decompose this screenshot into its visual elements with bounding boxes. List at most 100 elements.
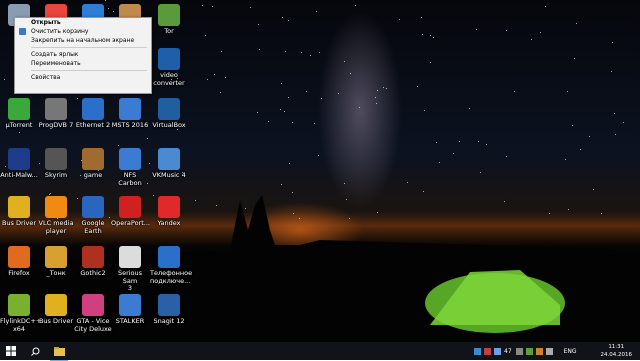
clock-time: 11:31 [608, 344, 625, 350]
desktop-icon[interactable]: VirtualBox [150, 98, 188, 130]
search-button[interactable] [26, 342, 44, 360]
star [480, 172, 482, 174]
star [201, 4, 203, 6]
tray-badge[interactable]: 47 [504, 348, 512, 355]
desktop-icon-label: VLC media player [38, 219, 74, 235]
volume-icon[interactable] [545, 347, 553, 355]
star [430, 34, 432, 36]
desktop-icon[interactable]: Bus Driver [0, 196, 38, 228]
start-button[interactable] [0, 342, 22, 360]
star [417, 86, 419, 88]
menu-item-create-shortcut[interactable]: Создать ярлык [15, 50, 151, 59]
star [421, 33, 423, 35]
menu-item-rename[interactable]: Переименовать [15, 59, 151, 68]
star [350, 72, 352, 74]
desktop-icon[interactable]: GTA - Vice City Deluxe [74, 294, 112, 333]
star [50, 193, 52, 195]
star [622, 122, 624, 124]
language-indicator[interactable]: ENG [564, 348, 577, 355]
desktop-icon[interactable]: Yandex [150, 196, 188, 228]
star [285, 51, 287, 53]
star [438, 162, 440, 164]
desktop-icon[interactable]: Snagit 12 [150, 294, 188, 326]
tray-app-icon[interactable] [494, 347, 501, 355]
star [399, 18, 401, 20]
file-explorer-button[interactable] [50, 342, 68, 361]
star [539, 32, 541, 34]
search-icon [30, 347, 39, 356]
desktop-icon[interactable]: VKMusic 4 [150, 148, 188, 180]
star [220, 91, 222, 93]
desktop-icon-label: video converter [153, 71, 185, 87]
star [225, 77, 227, 78]
tray-app-icon[interactable] [484, 347, 491, 355]
star [345, 199, 347, 201]
desktop-icon-label: Bus Driver [1, 219, 37, 227]
star [423, 109, 425, 111]
desktop-icon[interactable]: STALKER [111, 294, 149, 326]
desktop-icon-label: VirtualBox [152, 121, 186, 129]
tray-app-icon[interactable] [474, 347, 481, 355]
star [259, 49, 261, 51]
star [611, 41, 613, 43]
star [288, 162, 290, 164]
menu-item-empty-bin[interactable]: Очистить корзину [15, 27, 151, 36]
star [374, 97, 376, 99]
star [105, 0, 107, 2]
desktop-icon[interactable]: Firefox [0, 246, 38, 278]
app-icon [45, 148, 67, 170]
desktop-icon[interactable]: MSTS 2016 [111, 98, 149, 130]
desktop-icon[interactable]: _Тонк [37, 246, 75, 278]
app-icon [8, 98, 30, 120]
desktop-icon[interactable]: video converter [150, 48, 188, 87]
desktop-icon[interactable]: game [74, 148, 112, 180]
desktop-icon[interactable]: FlylinkDC++ x64 [0, 294, 42, 333]
menu-item-pin-start[interactable]: Закрепить на начальном экране [15, 36, 151, 45]
star [429, 61, 431, 63]
star [452, 153, 454, 155]
star [615, 134, 617, 136]
app-icon [158, 48, 180, 70]
app-icon [119, 148, 141, 170]
desktop-icon[interactable]: Ethernet 2 [74, 98, 112, 130]
desktop-icon-label: Bus Driver [38, 317, 74, 325]
menu-item-properties[interactable]: Свойства [15, 73, 151, 82]
star [211, 6, 213, 8]
desktop-icon[interactable]: ProgDVB 7 [37, 98, 75, 130]
desktop-icon[interactable]: Tor [150, 4, 188, 36]
desktop-icon[interactable]: Bus Driver [37, 294, 75, 326]
star [580, 149, 582, 151]
app-icon [82, 196, 104, 218]
desktop-icon[interactable]: Anti-Malw... [0, 148, 38, 180]
desktop-icon[interactable]: Gothic2 [74, 246, 112, 278]
desktop-icon-label: Serious Sam 3 [117, 269, 143, 292]
star [257, 112, 259, 114]
star [49, 193, 51, 195]
tray-app-icon[interactable] [535, 347, 543, 355]
app-icon [158, 98, 180, 120]
desktop-icon[interactable]: NFS Carbon [111, 148, 149, 187]
desktop-icon[interactable]: μTorrent [0, 98, 38, 130]
desktop-icon-label: Телефонное подключе... [150, 269, 193, 285]
star [298, 217, 300, 219]
clock[interactable]: 11:31 24.04.2016 [601, 343, 633, 359]
desktop-icon-label: FlylinkDC++ x64 [0, 317, 42, 333]
desktop-icon[interactable]: Телефонное подключе... [150, 246, 193, 285]
menu-item-open[interactable]: Открыть [15, 18, 151, 27]
tray-app-icon[interactable] [515, 347, 523, 355]
desktop-icon[interactable]: Skyrim [37, 148, 75, 180]
desktop-icon[interactable]: Serious Sam 3 [111, 246, 149, 293]
app-icon [45, 294, 67, 316]
tray-app-icon[interactable] [525, 347, 533, 355]
star [572, 125, 574, 127]
star [478, 140, 480, 142]
desktop-icon[interactable]: VLC media player [37, 196, 75, 235]
desktop-icon-label: Tor [164, 27, 174, 35]
star [292, 191, 293, 193]
app-icon [82, 148, 104, 170]
desktop-icon[interactable]: OperaPort... [111, 196, 150, 228]
star [117, 144, 119, 146]
desktop-icon[interactable]: Google Earth [74, 196, 112, 235]
star [614, 113, 616, 115]
desktop-icon-label: Firefox [8, 269, 30, 277]
